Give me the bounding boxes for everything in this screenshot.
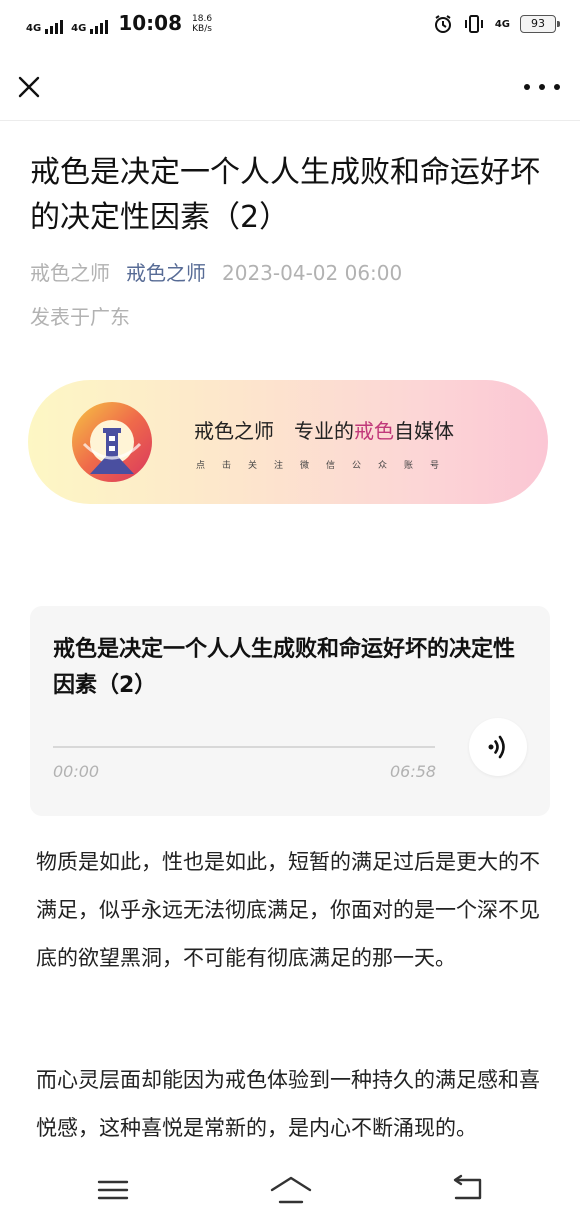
status-bar: 4G 4G 10:08 18.6 KB/s 4G 93 [0, 0, 580, 52]
audio-title: 戒色是决定一个人人生成败和命运好坏的决定性因素（2） [53, 637, 516, 698]
network-speed: 18.6 KB/s [192, 14, 212, 34]
signal-bars-icon [45, 20, 64, 34]
article-author: 戒色之师 [30, 261, 110, 285]
top-nav-bar [0, 52, 580, 121]
publish-location: 发表于广东 [30, 305, 130, 329]
audio-play-button[interactable] [469, 718, 527, 776]
banner-name: 戒色之师 [194, 419, 274, 443]
more-icon[interactable] [524, 74, 560, 100]
close-icon[interactable] [14, 72, 44, 102]
body-paragraph-2: 而心灵层面却能因为戒色体验到一种持久的满足感和喜悦感，这种喜悦是常新的，是内心不… [36, 1068, 540, 1140]
back-icon[interactable] [448, 1174, 486, 1204]
banner-subtitle: 点击关注微信公众账号 [196, 461, 457, 471]
status-left: 4G 4G 10:08 18.6 KB/s [26, 12, 212, 34]
banner-slogan-suffix: 自媒体 [394, 419, 454, 443]
speed-unit: KB/s [192, 24, 212, 34]
speaker-wave-icon [488, 735, 505, 759]
banner-slogan-highlight: 戒色 [354, 419, 394, 443]
audio-current-time: 00:00 [53, 762, 100, 781]
audio-progress-bar[interactable] [53, 746, 435, 748]
banner-slogan-prefix: 专业的 [294, 419, 354, 443]
status-right: 4G 93 [433, 14, 560, 34]
lighthouse-logo-icon [72, 402, 152, 482]
signal-2-label: 4G [71, 23, 87, 34]
banner-headline: 戒色之师 专业的戒色自媒体 [194, 418, 454, 444]
article-title: 戒色是决定一个人人生成败和命运好坏的决定性因素（2） [30, 155, 540, 235]
system-nav-bar [0, 1152, 580, 1224]
audio-duration: 06:58 [390, 762, 437, 781]
article-meta: 戒色之师 戒色之师 2023-04-02 06:00 [30, 258, 402, 288]
follow-banner[interactable]: 戒色之师 专业的戒色自媒体 点击关注微信公众账号 [28, 380, 548, 504]
vibrate-icon [464, 15, 483, 33]
speed-value: 18.6 [192, 14, 213, 24]
battery-icon: 93 [520, 15, 560, 33]
signal-strength-2: 4G [71, 20, 109, 34]
menu-icon[interactable] [96, 1176, 130, 1204]
signal-strength-1: 4G [26, 20, 64, 34]
signal-bars-icon [90, 20, 109, 34]
account-name-link[interactable]: 戒色之师 [126, 261, 206, 285]
network-4g-icon: 4G [494, 18, 510, 30]
status-time: 10:08 [118, 11, 183, 35]
body-paragraph-1: 物质是如此，性也是如此，短暂的满足过后是更大的不满足，似乎永远无法彻底满足，你面… [36, 850, 540, 970]
alarm-icon [434, 15, 451, 33]
home-icon[interactable] [268, 1174, 314, 1206]
signal-1-label: 4G [26, 23, 42, 34]
audio-card[interactable]: 戒色是决定一个人人生成败和命运好坏的决定性因素（2） 00:00 06:58 [30, 606, 550, 816]
publish-datetime: 2023-04-02 06:00 [222, 261, 403, 285]
